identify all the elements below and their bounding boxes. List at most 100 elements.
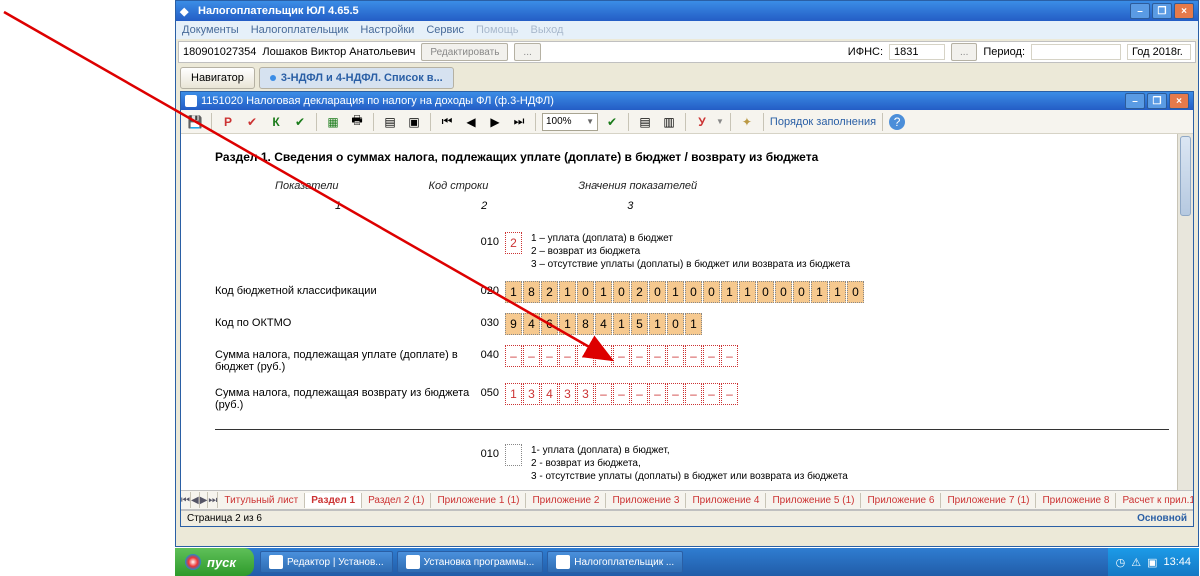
help-button[interactable]: ? — [889, 114, 905, 130]
start-button[interactable]: пуск — [175, 548, 254, 576]
taskbar-task[interactable]: Редактор | Установ... — [260, 551, 393, 573]
nav-row: Навигатор 3-НДФЛ и 4-НДФЛ. Список в... — [176, 65, 1198, 91]
bottom-tab[interactable]: Приложение 6 — [861, 493, 941, 508]
refresh-icon — [270, 75, 276, 81]
app-window: ◆ Налогоплательщик ЮЛ 4.65.5 – ❐ × Докум… — [175, 0, 1199, 547]
tab-last[interactable]: ⏭ — [208, 492, 218, 508]
cells-010[interactable]: 2 — [505, 232, 523, 271]
print-button[interactable]: 🖶 — [347, 112, 367, 132]
column-numbers: 1 2 3 — [335, 200, 1169, 212]
clock: 13:44 — [1163, 556, 1191, 568]
document-body: Раздел 1. Сведения о суммах налога, подл… — [201, 140, 1183, 490]
menu-documents[interactable]: Документы — [182, 24, 239, 36]
list-button[interactable]: ▤ — [380, 112, 400, 132]
scroll-thumb[interactable] — [1180, 136, 1191, 216]
zoom-select[interactable]: 100%▼ — [542, 113, 598, 131]
prev-page-button[interactable]: ◀ — [461, 112, 481, 132]
menu-help[interactable]: Помощь — [476, 24, 519, 36]
infobar: 180901027354 Лошаков Виктор Анатольевич … — [178, 41, 1196, 63]
tab-first[interactable]: ⏮ — [181, 492, 191, 508]
next-page-button[interactable]: ▶ — [485, 112, 505, 132]
close-button[interactable]: × — [1174, 3, 1194, 19]
cells-010b[interactable] — [505, 444, 523, 483]
menubar: Документы Налогоплательщик Настройки Сер… — [176, 21, 1198, 39]
inner-minimize[interactable]: – — [1125, 93, 1145, 109]
export-button[interactable]: ▣ — [404, 112, 424, 132]
bottom-tab[interactable]: Приложение 5 (1) — [766, 493, 861, 508]
menu-service[interactable]: Сервис — [426, 24, 464, 36]
taxpayer-name: Лошаков Виктор Анатольевич — [262, 46, 415, 58]
bottom-tab[interactable]: Раздел 2 (1) — [362, 493, 431, 508]
zoom-apply[interactable]: ✔ — [602, 112, 622, 132]
document-scroll[interactable]: Раздел 1. Сведения о суммах налога, подл… — [181, 134, 1193, 490]
inner-maximize[interactable]: ❐ — [1147, 93, 1167, 109]
bottom-tab[interactable]: Расчет к прил.1 — [1116, 493, 1193, 508]
menu-exit[interactable]: Выход — [531, 24, 564, 36]
menu-taxpayer[interactable]: Налогоплательщик — [251, 24, 349, 36]
bottom-tab[interactable]: Приложение 8 — [1036, 493, 1116, 508]
cells-020[interactable]: 18210102010011000110 — [505, 281, 865, 303]
row-010: 010 2 1 – уплата (доплата) в бюджет 2 – … — [215, 232, 1169, 271]
calc-k-check[interactable]: ✔ — [290, 112, 310, 132]
bottom-tab[interactable]: Приложение 3 — [606, 493, 686, 508]
inner-titlebar: 1151020 Налоговая декларация по налогу н… — [181, 92, 1193, 110]
cells-050[interactable]: 13433 — [505, 383, 739, 405]
taskbar-task[interactable]: Установка программы... — [397, 551, 544, 573]
task-icon — [406, 555, 420, 569]
wand-button[interactable]: ✦ — [737, 112, 757, 132]
inner-close[interactable]: × — [1169, 93, 1189, 109]
tab-next[interactable]: ▶ — [200, 492, 209, 508]
more-button[interactable]: ... — [514, 43, 540, 61]
u-button[interactable]: У — [692, 112, 712, 132]
ifns-more[interactable]: ... — [951, 43, 977, 61]
minimize-button[interactable]: – — [1130, 3, 1150, 19]
bottom-tab[interactable]: Титульный лист — [218, 493, 305, 508]
taskbar-task[interactable]: Налогоплательщик ... — [547, 551, 683, 573]
app-icon: ◆ — [180, 4, 194, 18]
cells-030[interactable]: 94618415101 — [505, 313, 703, 335]
fill-order-link[interactable]: Порядок заполнения — [770, 116, 876, 128]
task-icon — [556, 555, 570, 569]
navigator-button[interactable]: Навигатор — [180, 67, 255, 89]
vertical-scrollbar[interactable] — [1177, 134, 1193, 490]
calc-r-check[interactable]: ✔ — [242, 112, 262, 132]
bottom-tab[interactable]: Приложение 1 (1) — [431, 493, 526, 508]
tray-icon: ▣ — [1147, 556, 1157, 569]
first-page-button[interactable]: ⏮ — [437, 112, 457, 132]
bottom-tab[interactable]: Приложение 4 — [686, 493, 766, 508]
nav-tab-ndfl[interactable]: 3-НДФЛ и 4-НДФЛ. Список в... — [259, 67, 454, 89]
last-page-button[interactable]: ⏭ — [509, 112, 529, 132]
edit-button[interactable]: Редактировать — [421, 43, 508, 61]
bottom-tab[interactable]: Приложение 2 — [526, 493, 606, 508]
bottom-tab[interactable]: Раздел 1 — [305, 493, 362, 508]
titlebar: ◆ Налогоплательщик ЮЛ 4.65.5 – ❐ × — [176, 1, 1198, 21]
paste-button[interactable]: ▥ — [659, 112, 679, 132]
bottom-tab[interactable]: Приложение 7 (1) — [941, 493, 1036, 508]
maximize-button[interactable]: ❐ — [1152, 3, 1172, 19]
statusbar: Страница 2 из 6 Основной — [181, 510, 1193, 526]
row-050: Сумма налога, подлежащая возврату из бюд… — [215, 383, 1169, 411]
period-field[interactable] — [1031, 44, 1121, 60]
ifns-field[interactable]: 1831 — [889, 44, 945, 60]
calc-r-button[interactable]: Р — [218, 112, 238, 132]
year-field[interactable]: Год 2018г. — [1127, 44, 1191, 60]
legend-010: 1 – уплата (доплата) в бюджет 2 – возвра… — [531, 232, 850, 271]
menu-settings[interactable]: Настройки — [360, 24, 414, 36]
calc-k-button[interactable]: К — [266, 112, 286, 132]
period-label: Период: — [983, 46, 1025, 58]
excel-button[interactable]: ▦ — [323, 112, 343, 132]
tab-prev[interactable]: ◀ — [191, 492, 200, 508]
toolbar: 💾 Р ✔ К ✔ ▦ 🖶 ▤ ▣ ⏮ ◀ ▶ ⏭ 100%▼ ✔ — [181, 110, 1193, 134]
system-tray[interactable]: ◷ ⚠ ▣ 13:44 — [1108, 548, 1199, 576]
app-title: Налогоплательщик ЮЛ 4.65.5 — [198, 5, 359, 17]
page-indicator: Страница 2 из 6 — [187, 513, 262, 524]
bottom-tabs: ⏮ ◀ ▶ ⏭ Титульный листРаздел 1Раздел 2 (… — [181, 490, 1193, 510]
task-icon — [269, 555, 283, 569]
column-headers: Показатели Код строки Значения показател… — [275, 180, 1169, 192]
doc-icon — [185, 95, 197, 107]
legend-010b: 1- уплата (доплата) в бюджет, 2 - возвра… — [531, 444, 848, 483]
ifns-label: ИФНС: — [848, 46, 883, 58]
cells-040[interactable] — [505, 345, 739, 367]
save-button[interactable]: 💾 — [185, 112, 205, 132]
copy-button[interactable]: ▤ — [635, 112, 655, 132]
